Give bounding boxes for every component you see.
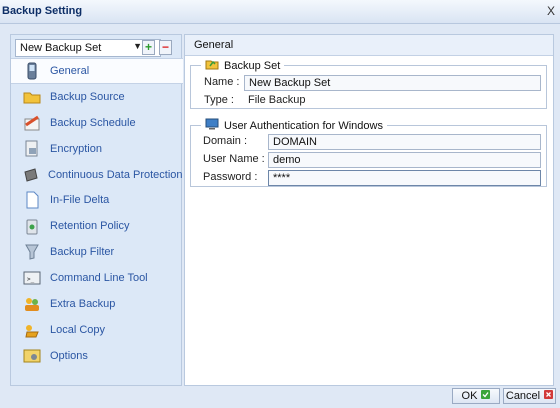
svg-text:>_: >_ bbox=[27, 276, 35, 283]
dropdown-arrow-icon[interactable]: ▼ bbox=[133, 41, 142, 51]
sidebar-item-label: Local Copy bbox=[50, 323, 106, 336]
type-label: Type : bbox=[204, 94, 234, 106]
sidebar-item-options[interactable]: Options bbox=[11, 343, 181, 369]
encryption-icon bbox=[23, 140, 41, 158]
sidebar-item-label: Options bbox=[50, 349, 88, 362]
document-icon bbox=[23, 191, 41, 209]
computer-icon bbox=[205, 118, 219, 133]
cancel-button-label: Cancel bbox=[505, 390, 541, 402]
ok-button[interactable]: OK bbox=[452, 388, 500, 404]
sidebar-item-command-line-tool[interactable]: >_ Command Line Tool bbox=[11, 265, 181, 291]
sidebar-item-label: Backup Schedule bbox=[50, 116, 136, 129]
username-input[interactable]: demo bbox=[268, 152, 541, 168]
password-input[interactable]: **** bbox=[268, 170, 541, 186]
folder-icon bbox=[23, 88, 41, 106]
sidebar-item-in-file-delta[interactable]: In-File Delta bbox=[11, 187, 181, 213]
terminal-icon: >_ bbox=[23, 269, 41, 287]
backup-setting-window: Backup Setting X New Backup Set ▼ + − Ge… bbox=[0, 0, 560, 408]
sidebar-item-label: Extra Backup bbox=[50, 297, 116, 310]
cancel-button[interactable]: Cancel bbox=[503, 388, 556, 404]
sidebar-item-extra-backup[interactable]: Extra Backup bbox=[11, 291, 181, 317]
remove-backup-set-button[interactable]: − bbox=[159, 40, 172, 55]
domain-input[interactable]: DOMAIN bbox=[268, 134, 541, 150]
backup-set-icon bbox=[205, 58, 219, 73]
phone-icon bbox=[23, 62, 41, 80]
sidebar-item-continuous-data-protection[interactable]: Continuous Data Protection bbox=[11, 162, 183, 188]
name-label: Name : bbox=[204, 76, 240, 88]
sidebar-item-local-copy[interactable]: Local Copy bbox=[11, 317, 181, 343]
main-panel: General Backup Set Name : New Backup Set… bbox=[184, 34, 554, 386]
sidebar-item-encryption[interactable]: Encryption bbox=[11, 136, 181, 162]
copy-icon bbox=[23, 321, 41, 339]
sidebar-item-backup-filter[interactable]: Backup Filter bbox=[11, 239, 181, 265]
backup-set-select[interactable]: New Backup Set ▼ bbox=[15, 39, 161, 57]
options-icon bbox=[23, 347, 41, 365]
domain-label: Domain : bbox=[203, 135, 248, 147]
title-bar: Backup Setting X bbox=[0, 0, 560, 24]
sidebar-item-retention-policy[interactable]: Retention Policy bbox=[11, 213, 181, 239]
close-button[interactable]: X bbox=[544, 3, 558, 19]
sidebar-item-label: Backup Source bbox=[50, 90, 125, 103]
backup-set-group-label: Backup Set bbox=[224, 59, 281, 72]
username-label: User Name : bbox=[203, 153, 265, 165]
user-authentication-group-label: User Authentication for Windows bbox=[224, 119, 383, 132]
user-authentication-group-title: User Authentication for Windows bbox=[201, 118, 387, 133]
recycle-bin-icon bbox=[23, 217, 41, 235]
sidebar-item-label: Retention Policy bbox=[50, 220, 130, 233]
sidebar-item-backup-schedule[interactable]: Backup Schedule bbox=[11, 110, 181, 136]
check-icon bbox=[481, 389, 491, 403]
ok-button-label: OK bbox=[461, 390, 478, 402]
sidebar-item-label: Backup Filter bbox=[50, 246, 115, 259]
panel-title: General bbox=[194, 39, 234, 51]
shield-icon bbox=[23, 166, 39, 184]
calendar-icon bbox=[23, 114, 41, 132]
backup-set-group-title: Backup Set bbox=[201, 58, 285, 73]
type-value: File Backup bbox=[248, 94, 306, 106]
sidebar-nav: General Backup Source Backup Schedule En… bbox=[11, 58, 183, 369]
window-title: Backup Setting bbox=[2, 5, 83, 17]
password-label: Password : bbox=[203, 171, 258, 183]
sidebar-item-label: Command Line Tool bbox=[50, 272, 148, 285]
backup-set-name-input[interactable]: New Backup Set bbox=[244, 75, 541, 91]
sidebar-item-label: Continuous Data Protection bbox=[48, 168, 183, 181]
sidebar-item-label: Encryption bbox=[50, 142, 102, 155]
sidebar: New Backup Set ▼ + − General Backup Sour… bbox=[10, 34, 183, 386]
sidebar-item-label: In-File Delta bbox=[50, 194, 110, 207]
people-icon bbox=[23, 295, 41, 313]
funnel-icon bbox=[23, 243, 41, 261]
sidebar-item-general[interactable]: General bbox=[11, 58, 183, 84]
user-authentication-group: User Authentication for Windows Domain :… bbox=[190, 118, 547, 187]
backup-set-group: Backup Set Name : New Backup Set Type : … bbox=[190, 58, 547, 109]
sidebar-item-label: General bbox=[50, 64, 90, 77]
add-backup-set-button[interactable]: + bbox=[142, 40, 155, 55]
panel-header: General bbox=[185, 35, 553, 56]
close-icon bbox=[544, 389, 554, 403]
backup-set-select-value: New Backup Set bbox=[20, 42, 102, 54]
sidebar-item-backup-source[interactable]: Backup Source bbox=[11, 84, 181, 110]
